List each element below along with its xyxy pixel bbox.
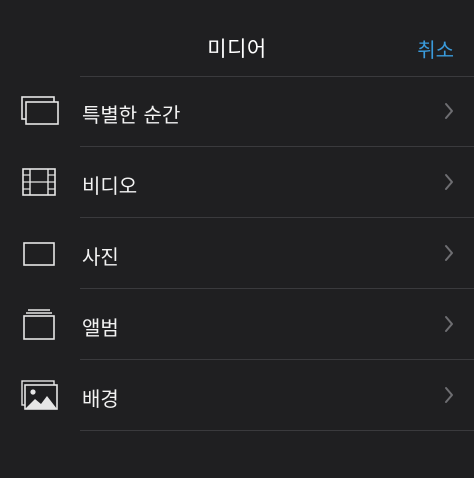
list-item-label: 사진	[82, 245, 119, 269]
chevron-right-icon	[445, 316, 453, 332]
list-item-albums[interactable]: 앨범	[0, 289, 474, 360]
list-item-wallpaper[interactable]: 배경	[0, 360, 474, 431]
divider	[80, 430, 474, 431]
chevron-right-icon	[445, 387, 453, 403]
photo-frame-icon	[23, 242, 55, 266]
media-picker-screen: 미디어 취소 특별한 순간 비디오 사진 앨범 배경	[0, 0, 474, 478]
film-icon	[22, 168, 56, 196]
list-item-label: 비디오	[82, 174, 138, 198]
list-item-moments[interactable]: 특별한 순간	[0, 76, 474, 147]
list-item-label: 특별한 순간	[82, 103, 181, 127]
page-title: 미디어	[207, 37, 267, 61]
header-bar: 미디어 취소	[0, 0, 474, 76]
list-item-video[interactable]: 비디오	[0, 147, 474, 218]
list-item-label: 앨범	[82, 316, 119, 340]
divider	[80, 76, 474, 77]
list-item-photos[interactable]: 사진	[0, 218, 474, 289]
chevron-right-icon	[445, 103, 453, 119]
chevron-right-icon	[445, 174, 453, 190]
media-list: 특별한 순간 비디오 사진 앨범 배경	[0, 76, 474, 431]
list-item-label: 배경	[82, 387, 119, 411]
landscape-image-icon	[21, 380, 58, 410]
chevron-right-icon	[445, 245, 453, 261]
cancel-button[interactable]: 취소	[417, 34, 454, 63]
album-icon	[23, 309, 55, 340]
stacked-photos-icon	[21, 96, 59, 125]
